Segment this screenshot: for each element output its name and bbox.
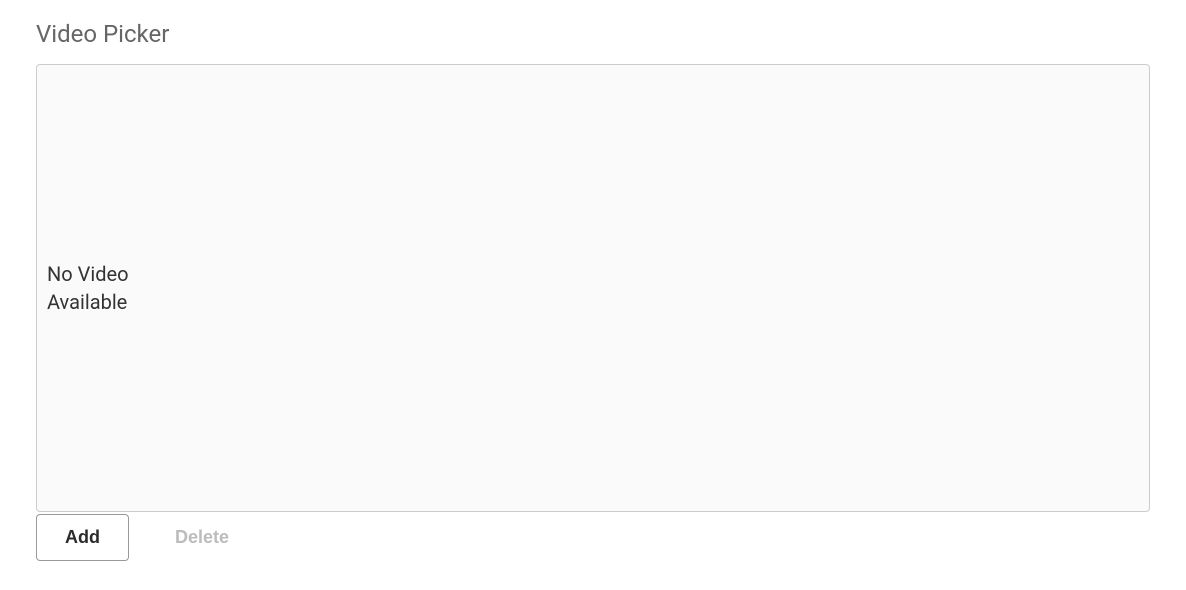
button-row: Add Delete <box>36 514 1150 561</box>
delete-button: Delete <box>165 515 239 560</box>
no-video-message: No Video Available <box>47 260 147 316</box>
add-button[interactable]: Add <box>36 514 129 561</box>
section-title: Video Picker <box>36 20 1150 48</box>
video-preview-panel: No Video Available <box>36 64 1150 512</box>
